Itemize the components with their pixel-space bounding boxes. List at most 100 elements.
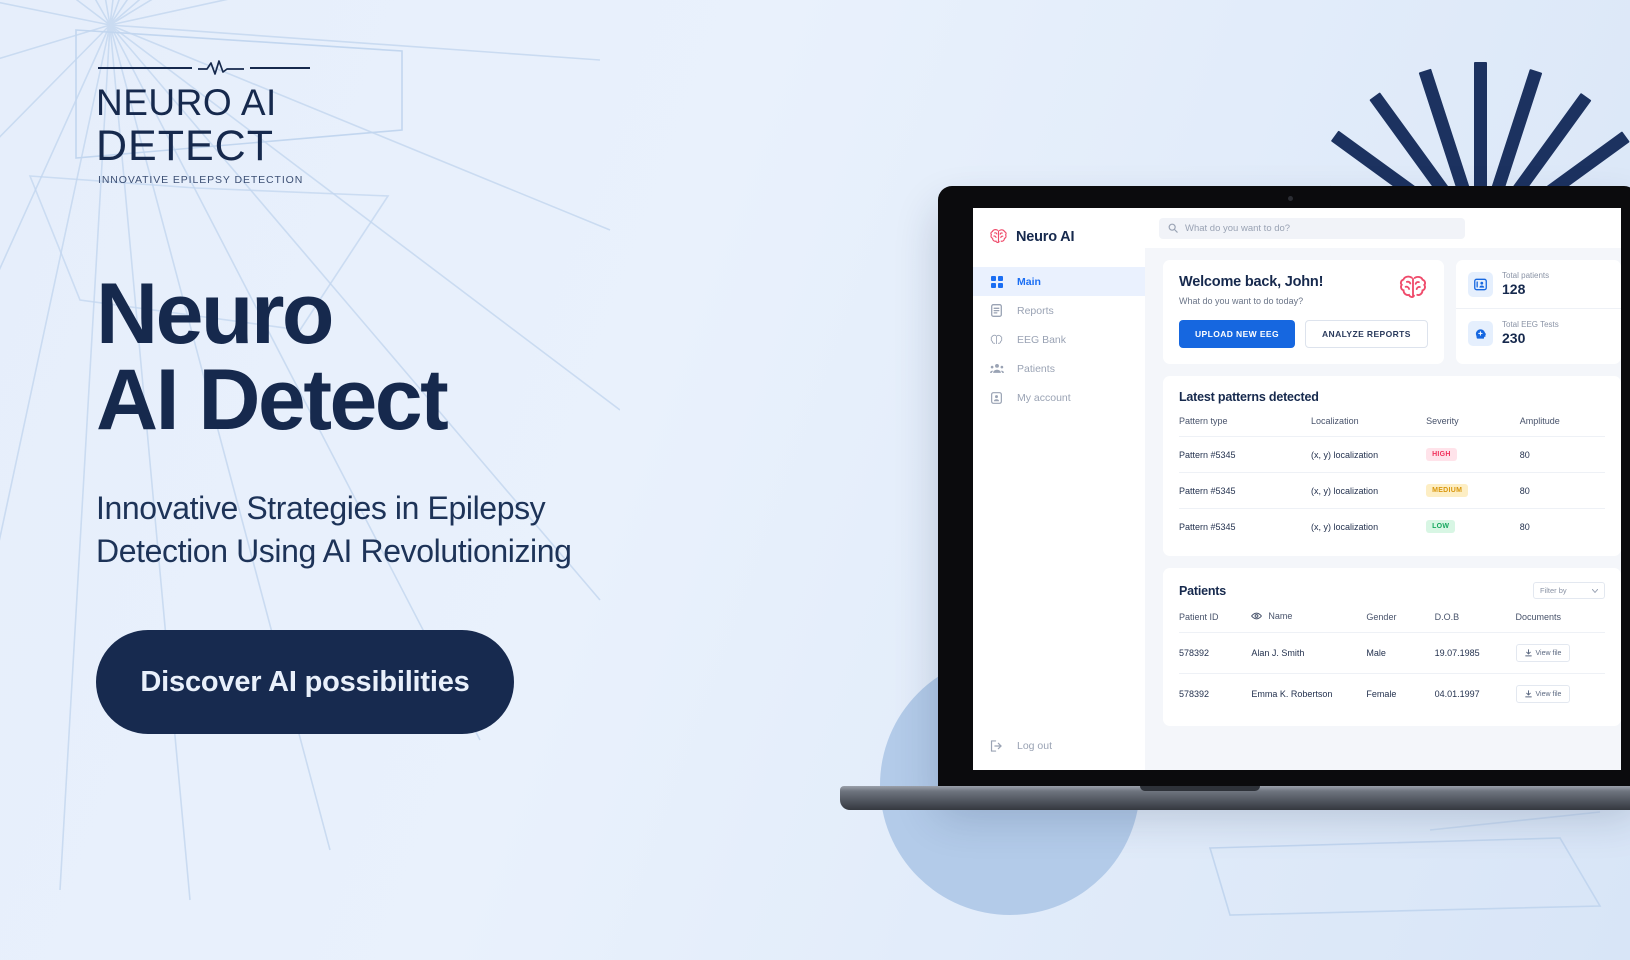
welcome-card: Welcome back, John! What do you want to … — [1163, 260, 1444, 364]
cell-pattern-type: Pattern #5345 — [1179, 436, 1312, 473]
sidebar-brand-label: Neuro AI — [1016, 228, 1075, 245]
subhead-line1: Innovative Strategies in Epilepsy — [96, 489, 546, 526]
sidebar-item-my-account[interactable]: My account — [973, 383, 1145, 412]
cell-name: Emma K. Robertson — [1251, 673, 1367, 714]
account-icon — [989, 391, 1004, 404]
logo-divider — [98, 60, 310, 76]
laptop-notch — [1140, 786, 1260, 791]
sidebar-item-label: My account — [1017, 391, 1071, 404]
stat-value: 230 — [1502, 330, 1526, 346]
stat-label: Total EEG Tests — [1502, 320, 1559, 329]
brain-icon — [990, 229, 1007, 244]
cell-pattern-type: Pattern #5345 — [1179, 472, 1312, 509]
brain-icon — [989, 334, 1004, 346]
table-row[interactable]: Pattern #5345 (x, y) localization MEDIUM… — [1179, 472, 1605, 509]
cell-severity: LOW — [1426, 508, 1520, 544]
logo-tagline: INNOVATIVE EPILEPSY DETECTION — [98, 174, 304, 187]
table-row[interactable]: Pattern #5345 (x, y) localization HIGH 8… — [1179, 436, 1605, 473]
col-pattern-type: Pattern type — [1179, 416, 1228, 426]
logo-name: NEURO AI DETECT — [96, 83, 396, 170]
sidebar-item-label: Patients — [1017, 362, 1055, 375]
filter-by-label: Filter by — [1540, 586, 1567, 595]
dashboard-content: What do you want to do? Welcome back, Jo… — [1145, 208, 1621, 770]
sidebar-item-label: Main — [1017, 275, 1041, 288]
laptop-mockup: Neuro AI Main Reports EEG Bank Patients … — [840, 186, 1630, 810]
patients-panel: Patients Filter by Patient ID Name Gende… — [1163, 568, 1621, 726]
dashboard-screen: Neuro AI Main Reports EEG Bank Patients … — [973, 208, 1621, 770]
cell-gender: Female — [1366, 673, 1435, 714]
status-badge: LOW — [1426, 520, 1456, 533]
logo-rule-left — [98, 67, 192, 69]
search-input[interactable]: What do you want to do? — [1159, 217, 1465, 239]
status-badge: MEDIUM — [1426, 484, 1469, 497]
patients-title: Patients — [1179, 583, 1227, 598]
stat-total-eeg-tests: Total EEG Tests 230 — [1456, 308, 1621, 357]
upload-new-eeg-button[interactable]: UPLOAD NEW EEG — [1179, 320, 1295, 348]
table-row[interactable]: Pattern #5345 (x, y) localization LOW 80 — [1179, 508, 1605, 544]
cell-gender: Male — [1366, 632, 1435, 674]
cell-documents: View file — [1515, 673, 1605, 714]
stat-value: 128 — [1502, 281, 1526, 297]
sidebar-item-patients[interactable]: Patients — [973, 354, 1145, 383]
stat-label: Total patients — [1502, 271, 1550, 280]
view-file-label: View file — [1535, 649, 1562, 657]
logo-name-line2: DETECT — [96, 121, 274, 170]
sidebar-item-main[interactable]: Main — [973, 267, 1145, 296]
view-file-label: View file — [1535, 690, 1562, 698]
table-row[interactable]: 578392 Alan J. Smith Male 19.07.1985 Vie… — [1179, 632, 1605, 674]
sidebar-brand[interactable]: Neuro AI — [973, 224, 1145, 267]
welcome-title: Welcome back, John! — [1179, 274, 1324, 290]
patterns-header-row: Pattern type Localization Severity Ampli… — [1179, 416, 1605, 437]
filter-by-dropdown[interactable]: Filter by — [1533, 582, 1605, 599]
cell-localization: (x, y) localization — [1311, 472, 1427, 509]
latest-patterns-panel: Latest patterns detected Pattern type Lo… — [1163, 376, 1621, 556]
logout-label: Log out — [1017, 740, 1053, 752]
analyze-reports-button[interactable]: ANALYZE REPORTS — [1305, 320, 1428, 348]
hero-section: NEURO AI DETECT INNOVATIVE EPILEPSY DETE… — [96, 60, 796, 735]
patterns-title: Latest patterns detected — [1179, 390, 1319, 404]
dashboard-body: Welcome back, John! What do you want to … — [1145, 248, 1621, 770]
search-icon — [1168, 223, 1178, 233]
top-row: Welcome back, John! What do you want to … — [1163, 260, 1621, 364]
sidebar-item-label: EEG Bank — [1017, 333, 1067, 346]
col-name-label: Name — [1268, 611, 1293, 621]
cell-dob: 19.07.1985 — [1434, 632, 1516, 674]
eye-icon — [1251, 612, 1263, 620]
cell-patient-id: 578392 — [1179, 673, 1252, 714]
discover-cta-button[interactable]: Discover AI possibilities — [96, 630, 514, 735]
welcome-actions: UPLOAD NEW EEG ANALYZE REPORTS — [1179, 320, 1428, 348]
head-scan-icon — [1468, 320, 1493, 346]
sidebar-item-eeg-bank[interactable]: EEG Bank — [973, 325, 1145, 354]
view-file-button[interactable]: View file — [1515, 644, 1571, 662]
welcome-subtitle: What do you want to do today? — [1179, 296, 1304, 306]
patterns-header: Latest patterns detected — [1179, 390, 1605, 404]
col-gender: Gender — [1366, 611, 1397, 622]
cell-amplitude: 80 — [1519, 472, 1605, 509]
subhead-line2: Detection Using AI Revolutionizing — [96, 532, 572, 569]
col-amplitude: Amplitude — [1519, 416, 1560, 426]
brand-logo: NEURO AI DETECT INNOVATIVE EPILEPSY DETE… — [96, 60, 396, 186]
view-file-button[interactable]: View file — [1515, 685, 1571, 703]
laptop-base — [840, 786, 1630, 810]
logout-icon — [989, 740, 1004, 752]
cell-localization: (x, y) localization — [1311, 436, 1427, 473]
table-row[interactable]: 578392 Emma K. Robertson Female 04.01.19… — [1179, 673, 1605, 714]
cell-severity: HIGH — [1426, 436, 1520, 473]
col-patient-id: Patient ID — [1179, 611, 1219, 622]
logout-button[interactable]: Log out — [973, 740, 1145, 770]
cell-amplitude: 80 — [1519, 436, 1605, 473]
col-name: Name — [1251, 611, 1366, 633]
sidebar: Neuro AI Main Reports EEG Bank Patients … — [973, 208, 1145, 770]
patient-card-icon — [1468, 271, 1493, 297]
hero-subheading: Innovative Strategies in Epilepsy Detect… — [96, 487, 796, 573]
laptop-screen-bezel: Neuro AI Main Reports EEG Bank Patients … — [938, 186, 1630, 794]
chevron-down-icon — [1592, 588, 1598, 593]
col-severity: Severity — [1426, 416, 1459, 426]
col-localization: Localization — [1311, 416, 1359, 426]
cell-documents: View file — [1515, 632, 1605, 674]
document-icon — [989, 304, 1004, 317]
headline-line1: Neuro — [96, 266, 334, 363]
sidebar-item-reports[interactable]: Reports — [973, 296, 1145, 325]
cell-localization: (x, y) localization — [1311, 508, 1427, 544]
cell-pattern-type: Pattern #5345 — [1179, 508, 1312, 544]
